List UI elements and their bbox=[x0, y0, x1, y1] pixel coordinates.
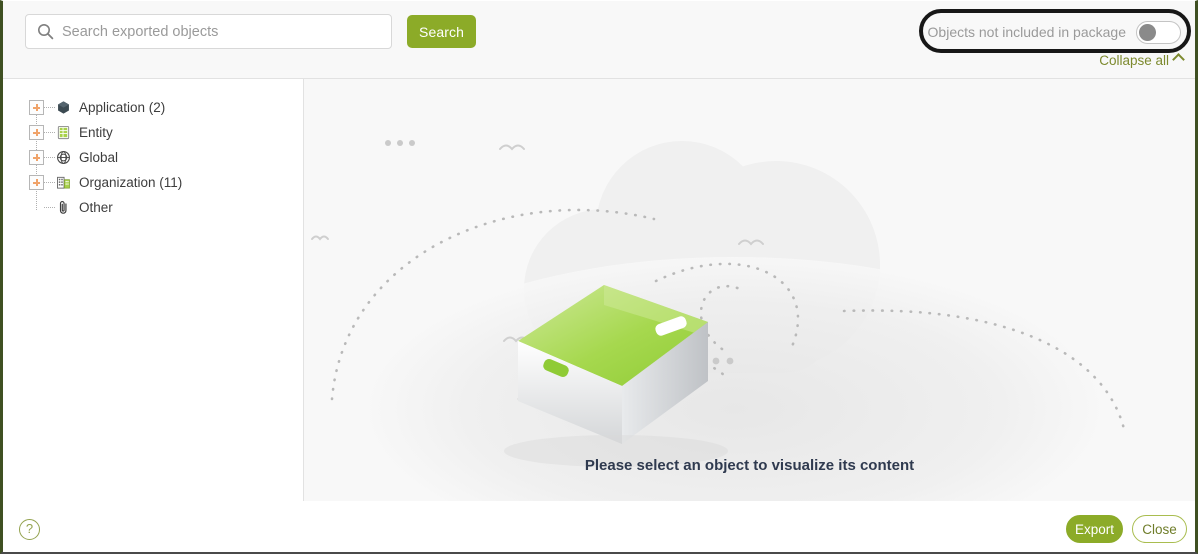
other-icon bbox=[55, 199, 72, 216]
dialog-footer: ? Export Close bbox=[3, 501, 1195, 552]
search-field-wrapper[interactable] bbox=[25, 14, 392, 49]
toggle-knob bbox=[1139, 23, 1156, 41]
search-input[interactable] bbox=[62, 16, 391, 47]
tree-item-label: Global bbox=[79, 150, 119, 165]
empty-box-cloud-illustration bbox=[311, 140, 1126, 501]
export-button[interactable]: Export bbox=[1066, 515, 1123, 543]
tree-connector-dash bbox=[44, 182, 55, 183]
object-tree-pane: Application (2) Entity Global Organizati… bbox=[3, 79, 304, 501]
export-objects-dialog: Search Objects not included in package C… bbox=[0, 0, 1198, 554]
dialog-body: Application (2) Entity Global Organizati… bbox=[3, 79, 1195, 501]
chevron-up-icon bbox=[1172, 53, 1185, 66]
expand-toggle-organization[interactable] bbox=[29, 175, 44, 190]
tree-item-label: Other bbox=[79, 200, 113, 215]
search-icon bbox=[36, 23, 54, 41]
expand-toggle-entity[interactable] bbox=[29, 125, 44, 140]
object-tree: Application (2) Entity Global Organizati… bbox=[29, 95, 303, 220]
tree-item-entity[interactable]: Entity bbox=[29, 120, 303, 145]
empty-state-message: Please select an object to visualize its… bbox=[584, 457, 915, 474]
help-icon[interactable]: ? bbox=[19, 519, 40, 540]
tree-item-other[interactable]: Other bbox=[29, 195, 303, 220]
global-icon bbox=[55, 149, 72, 166]
application-icon bbox=[55, 99, 72, 116]
search-button[interactable]: Search bbox=[407, 15, 476, 48]
close-button[interactable]: Close bbox=[1132, 515, 1187, 543]
expand-toggle-application[interactable] bbox=[29, 100, 44, 115]
object-preview-pane: Please select an object to visualize its… bbox=[304, 79, 1195, 501]
tree-item-application[interactable]: Application (2) bbox=[29, 95, 303, 120]
tree-item-label: Entity bbox=[79, 125, 113, 140]
collapse-all-label: Collapse all bbox=[1099, 53, 1169, 68]
dialog-header: Search Objects not included in package C… bbox=[3, 1, 1195, 79]
tree-item-global[interactable]: Global bbox=[29, 145, 303, 170]
tree-connector-dash bbox=[44, 157, 55, 158]
tree-item-label: Organization (11) bbox=[79, 175, 183, 190]
tree-connector-dash bbox=[44, 132, 55, 133]
tree-item-label: Application (2) bbox=[79, 100, 166, 115]
entity-icon bbox=[55, 124, 72, 141]
tree-connector-dash bbox=[44, 107, 55, 108]
tree-connector-dash bbox=[44, 207, 55, 208]
objects-not-included-toggle[interactable] bbox=[1136, 20, 1181, 44]
organization-icon bbox=[55, 174, 72, 191]
expand-toggle-global[interactable] bbox=[29, 150, 44, 165]
tree-item-organization[interactable]: Organization (11) bbox=[29, 170, 303, 195]
collapse-all-button[interactable]: Collapse all bbox=[1099, 53, 1185, 68]
filter-toggle-row[interactable]: Objects not included in package bbox=[927, 19, 1181, 45]
expand-toggle-other bbox=[29, 200, 44, 215]
filter-toggle-label: Objects not included in package bbox=[927, 24, 1126, 40]
